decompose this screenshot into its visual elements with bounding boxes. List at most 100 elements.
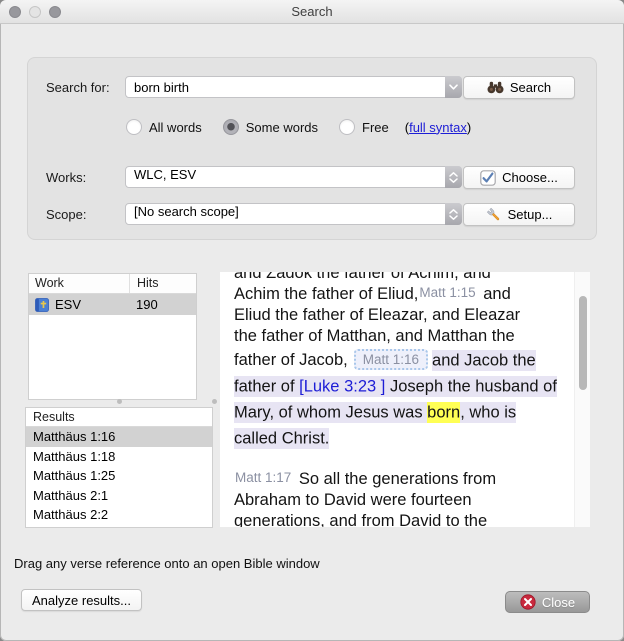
verse-text-panel[interactable]: and Zadok the father of Achim, and Achim … [220,272,590,527]
search-for-label: Search for: [46,80,110,95]
radio-free[interactable]: Free [339,119,389,135]
radio-circle-icon [339,119,355,135]
work-hits-table: Work Hits ESV 190 [28,273,197,400]
close-button[interactable]: Close [505,591,590,613]
verse-text-line: father of [Luke 3:23 ] Joseph the husban… [234,373,590,399]
binoculars-icon [487,81,504,94]
chevron-down-icon [449,178,458,183]
analyze-results-label: Analyze results... [32,593,131,608]
choose-button-label: Choose... [502,170,558,185]
results-list: Results Matthäus 1:16Matthäus 1:18Matthä… [25,407,213,528]
verse-text-segment: and Jacob the [432,350,536,371]
chevron-down-icon [449,84,458,90]
verse-text-line: Mary, of whom Jesus was born, who is [234,399,590,425]
chevron-up-icon [449,172,458,177]
works-popup[interactable]: WLC, ESV [125,166,462,188]
scope-popup[interactable]: [No search scope] [125,203,462,225]
verse-text-segment: and [479,285,511,303]
choose-button[interactable]: Choose... [463,166,575,189]
verse-text-line: Abraham to David were fourteen [234,490,590,511]
combobox-dropdown-button[interactable] [445,76,462,98]
verse-text-line: generations, and from David to the [234,511,590,527]
search-input[interactable] [126,77,445,97]
search-combobox[interactable] [125,76,462,98]
verse-text-segment: Abraham to David were fourteen [234,491,472,509]
word-mode-radio-group: All words Some words Free (full syntax) [126,119,471,135]
verse-text-segment: Eliud the father of Eleazar, and Eleazar [234,306,520,324]
work-table-row[interactable]: ESV 190 [29,294,196,315]
works-label: Works: [46,170,86,185]
radio-label: Free [362,120,389,135]
drag-hint-text: Drag any verse reference onto an open Bi… [14,556,320,571]
results-list-header: Results [26,408,212,427]
radio-label: All words [149,120,202,135]
hit-word: born [427,402,460,423]
full-syntax-link[interactable]: full syntax [409,120,467,135]
radio-label: Some words [246,120,318,135]
verse-text: and Zadok the father of Achim, and Achim … [220,272,590,527]
verse-text-line: Matt 1:17 So all the generations from [234,469,590,490]
verse-text-line: called Christ. [234,425,590,451]
verse-text-segment: called Christ. [234,428,329,449]
wrench-icon [486,207,502,223]
verse-text-segment: father of [234,376,299,397]
bible-book-icon [34,297,50,313]
result-row[interactable]: Matthäus 1:16 [26,427,212,447]
search-button-label: Search [510,80,551,95]
search-form-groupbox: Search for: Search All words Some words Fr… [27,57,597,240]
setup-button-label: Setup... [508,207,553,222]
verse-ref-link[interactable]: [Luke 3:23 ] [299,376,385,397]
works-popup-stepper[interactable] [445,166,462,188]
result-row[interactable]: Matthäus 1:18 [26,447,212,467]
search-button[interactable]: Search [463,76,575,99]
work-name: ESV [55,297,81,312]
splitter-handle-dot[interactable] [212,399,217,404]
verse-text-line [234,451,590,469]
radio-circle-icon [223,119,239,135]
chevron-up-icon [449,209,458,214]
result-row[interactable]: Matthäus 1:25 [26,466,212,486]
radio-circle-icon [126,119,142,135]
scope-popup-stepper[interactable] [445,203,462,225]
verse-text-segment: father of Jacob, [234,351,348,369]
verse-text-segment: So all the generations from [294,470,496,488]
setup-button[interactable]: Setup... [463,203,575,226]
result-row[interactable]: Matthäus 2:2 [26,505,212,525]
scope-label: Scope: [46,207,86,222]
verse-text-segment: Mary, of whom Jesus was [234,402,427,423]
hits-column-header[interactable]: Hits [129,274,196,293]
verse-text-line: the father of Matthan, and Matthan the [234,326,590,347]
search-window: Search Search for: Search All words [0,0,624,641]
works-value: WLC, ESV [126,167,445,187]
verse-text-line: Achim the father of Eliud,Matt 1:15 and [234,284,590,305]
analyze-results-button[interactable]: Analyze results... [21,589,142,611]
title-bar[interactable]: Search [0,0,624,24]
checkmark-icon [480,170,496,186]
work-hits: 190 [129,297,196,312]
syntax-paren-close: ) [467,120,471,135]
chevron-down-icon [449,215,458,220]
radio-all-words[interactable]: All words [126,119,202,135]
verse-text-segment: the father of Matthan, and Matthan the [234,327,515,345]
verse-text-segment: generations, and from David to the [234,512,487,527]
verse-ref-box[interactable]: Matt 1:16 [354,349,428,370]
verse-text-segment: and Zadok the father of Achim, and [234,272,491,282]
radio-some-words[interactable]: Some words [223,119,318,135]
scrollbar-track[interactable] [574,272,590,527]
splitter-handle-dot[interactable] [117,399,122,404]
full-syntax-wrap: (full syntax) [405,120,472,135]
window-title: Search [0,4,624,19]
verse-ref[interactable]: Matt 1:15 [419,285,475,300]
verse-text-line: father of Jacob, Matt 1:16and Jacob the [234,347,590,373]
verse-text-segment: Achim the father of Eliud, [234,285,418,303]
work-column-header[interactable]: Work [29,274,129,293]
verse-ref[interactable]: Matt 1:17 [235,470,291,485]
verse-text-line: and Zadok the father of Achim, and [234,272,590,284]
scrollbar-thumb[interactable] [579,296,587,390]
result-row[interactable]: Matthäus 2:1 [26,486,212,506]
verse-text-line: Eliud the father of Eleazar, and Eleazar [234,305,590,326]
verse-text-segment: , who is [460,402,516,423]
verse-text-segment: Joseph the husband of [385,376,557,397]
close-button-label: Close [542,595,575,610]
work-table-header[interactable]: Work Hits [29,274,196,294]
